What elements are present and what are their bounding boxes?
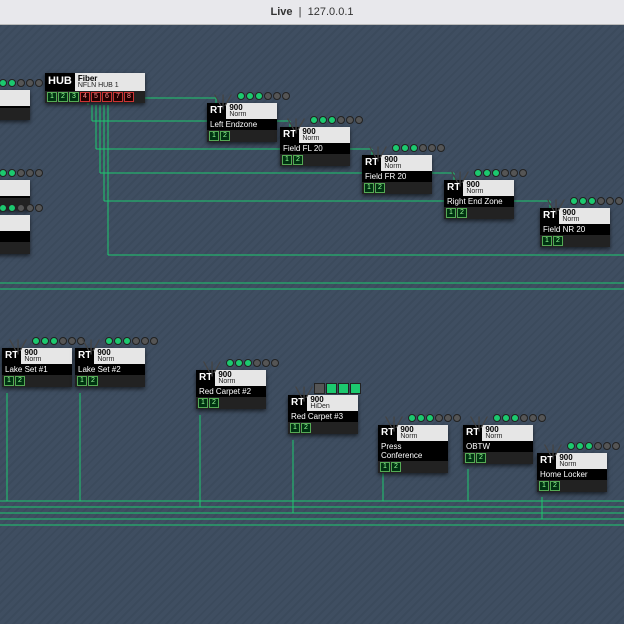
leds bbox=[392, 144, 445, 152]
leds bbox=[32, 337, 85, 345]
node-ports[interactable]: 12 bbox=[207, 130, 277, 142]
node-name: Field FL 20 bbox=[280, 143, 350, 154]
rt-node-field_fl20[interactable]: \ | / RT 900 Norm Field FL 20 12 bbox=[280, 127, 350, 166]
leds bbox=[310, 116, 363, 124]
node-ports[interactable]: 12 bbox=[540, 235, 610, 247]
topbar: Live | 127.0.0.1 bbox=[0, 0, 624, 25]
leds bbox=[0, 169, 43, 177]
rt-node-right_endzone[interactable]: \ | / RT 900 Norm Right End Zone 12 bbox=[444, 180, 514, 219]
node-ports[interactable]: 12 bbox=[280, 154, 350, 166]
node-name: Red Carpet #3 bbox=[288, 411, 358, 422]
antenna-icon: \ | / bbox=[213, 93, 226, 111]
hub-badge: HUB bbox=[45, 73, 75, 91]
rt-node-redc3[interactable]: \ | / RT 900 HiDen Red Carpet #3 12 bbox=[288, 395, 358, 434]
antenna-icon: \ | / bbox=[543, 443, 556, 461]
leds bbox=[105, 337, 158, 345]
node-ports[interactable]: 12 bbox=[537, 480, 607, 492]
antenna-icon: \ | / bbox=[368, 145, 381, 163]
rt-node-home_locker[interactable]: \ | / RT 900 Norm Home Locker 12 bbox=[537, 453, 607, 492]
node-name: rpet bbox=[0, 231, 30, 242]
node-ports[interactable]: 12 bbox=[362, 182, 432, 194]
antenna-icon: \ | / bbox=[286, 117, 299, 135]
node-name: Right End Zone bbox=[444, 196, 514, 207]
rt-node-carpet[interactable]: \ | / RT 900 Norm rpet 12 bbox=[0, 215, 30, 254]
node-name: Field FR 20 bbox=[362, 171, 432, 182]
hub-ports[interactable]: 12345678 bbox=[45, 91, 145, 103]
status-label: Live bbox=[271, 6, 293, 18]
rt-node-lake2[interactable]: \ | / RT 900 Norm Lake Set #2 12 bbox=[75, 348, 145, 387]
hub-port-3[interactable]: 3 bbox=[69, 92, 79, 102]
node-name: Field NR 20 bbox=[540, 224, 610, 235]
hub-port-7[interactable]: 7 bbox=[113, 92, 123, 102]
antenna-icon: \ | / bbox=[8, 338, 21, 356]
leds bbox=[570, 197, 623, 205]
node-name: Lake Set #1 bbox=[2, 364, 72, 375]
antenna-icon: \ | / bbox=[469, 415, 482, 433]
node-ports[interactable]: 12 bbox=[196, 397, 266, 409]
node-name: OBTW bbox=[463, 441, 533, 452]
node-ports[interactable]: 12 bbox=[444, 207, 514, 219]
antenna-icon: \ | / bbox=[202, 360, 215, 378]
leds bbox=[493, 414, 546, 422]
diagram-canvas[interactable]: HUB Fiber NFLN HUB 1 12345678 \ | / RT 9… bbox=[0, 25, 624, 624]
rt-node-edge_top[interactable]: \ | / RT 900 Norm 12 bbox=[0, 90, 30, 120]
leds bbox=[226, 359, 279, 367]
antenna-icon: \ | / bbox=[450, 170, 463, 188]
node-name: Home Locker bbox=[537, 469, 607, 480]
leds bbox=[567, 442, 620, 450]
node-ports[interactable]: 12 bbox=[75, 375, 145, 387]
node-name: Red Carpet #2 bbox=[196, 386, 266, 397]
antenna-icon: \ | / bbox=[384, 415, 397, 433]
hub-port-6[interactable]: 6 bbox=[102, 92, 112, 102]
rt-node-redc2[interactable]: \ | / RT 900 Norm Red Carpet #2 12 bbox=[196, 370, 266, 409]
rt-node-field_fr20[interactable]: \ | / RT 900 Norm Field FR 20 12 bbox=[362, 155, 432, 194]
hub-port-8[interactable]: 8 bbox=[124, 92, 134, 102]
node-ports[interactable]: 12 bbox=[0, 242, 30, 254]
rt-node-press[interactable]: \ | / RT 900 Norm Press Conference 12 bbox=[378, 425, 448, 473]
hub-port-4[interactable]: 4 bbox=[80, 92, 90, 102]
hub-port-2[interactable]: 2 bbox=[58, 92, 68, 102]
node-ports[interactable]: 12 bbox=[463, 452, 533, 464]
hub-node[interactable]: HUB Fiber NFLN HUB 1 12345678 bbox=[45, 73, 145, 103]
rt-node-left_endzone[interactable]: \ | / RT 900 Norm Left Endzone 12 bbox=[207, 103, 277, 142]
rt-node-obtw[interactable]: \ | / RT 900 Norm OBTW 12 bbox=[463, 425, 533, 464]
wire-layer bbox=[0, 25, 624, 624]
node-ports[interactable]: 12 bbox=[288, 422, 358, 434]
hub-port-1[interactable]: 1 bbox=[47, 92, 57, 102]
rt-node-field_nr20[interactable]: \ | / RT 900 Norm Field NR 20 12 bbox=[540, 208, 610, 247]
leds bbox=[474, 169, 527, 177]
rt-node-lake1[interactable]: \ | / RT 900 Norm Lake Set #1 12 bbox=[2, 348, 72, 387]
node-name: Left Endzone bbox=[207, 119, 277, 130]
leds bbox=[0, 79, 43, 87]
leds bbox=[237, 92, 290, 100]
node-name: Lake Set #2 bbox=[75, 364, 145, 375]
ip-label: 127.0.0.1 bbox=[308, 6, 354, 18]
node-ports[interactable]: 12 bbox=[378, 461, 448, 473]
antenna-icon: \ | / bbox=[81, 338, 94, 356]
node-name: Press Conference bbox=[378, 441, 448, 461]
hub-port-5[interactable]: 5 bbox=[91, 92, 101, 102]
antenna-icon: \ | / bbox=[294, 385, 307, 403]
node-ports[interactable]: 12 bbox=[2, 375, 72, 387]
node-ports[interactable]: 12 bbox=[0, 108, 30, 120]
leds bbox=[408, 414, 461, 422]
antenna-icon: \ | / bbox=[546, 198, 559, 216]
leds bbox=[0, 204, 43, 212]
